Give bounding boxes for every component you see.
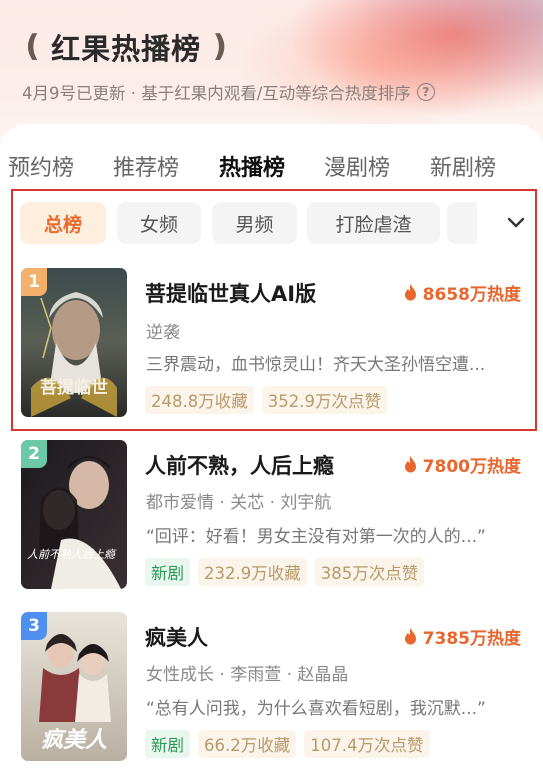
heat-text: 7385万热度 [422,629,521,649]
filter-male[interactable]: 男频 [212,202,297,244]
favorites-badge: 66.2万收藏 [198,730,297,758]
poster-title-text: 菩提临世 [40,377,108,398]
stat-badges: 新剧 66.2万收藏 107.4万次点赞 [145,730,438,758]
update-info: 4月9号已更新 · 基于红果内观看/互动等综合热度排序 ? [22,80,435,104]
update-info-text: 4月9号已更新 · 基于红果内观看/互动等综合热度排序 [22,84,411,103]
rank-badge: 3 [21,612,47,640]
genre-tags: 女性成长 · 李雨萱 · 赵晶晶 [146,665,349,685]
heat-text: 7800万热度 [422,457,521,477]
poster-title-text: 人前不熟人后上瘾 [27,548,117,561]
filter-all[interactable]: 总榜 [20,202,106,244]
header-banner-decoration [243,0,543,140]
filter-revenge[interactable]: 打脸虐渣 [307,202,440,244]
filter-female[interactable]: 女频 [117,202,201,244]
description: “回评：好看！男女主没有对第一次的人的...” [146,527,486,547]
flame-icon [404,284,416,301]
heat-value: 7385万热度 [404,624,521,649]
drama-title[interactable]: 菩提临世真人AI版 [145,278,316,308]
poster-image[interactable]: 菩提临世 1 [21,268,127,417]
likes-badge: 385万次点赞 [314,558,425,586]
poster-image[interactable]: 疯美人 3 [21,612,127,761]
new-drama-badge: 新剧 [145,730,190,758]
page-title: 红果热播榜 [51,32,202,66]
poster-image[interactable]: 人前不熟人后上瘾 2 [21,440,127,589]
tab-new[interactable]: 新剧榜 [430,150,496,182]
drama-title[interactable]: 疯美人 [145,622,208,652]
rank-badge: 1 [21,268,47,296]
favorites-badge: 232.9万收藏 [198,558,307,586]
heat-text: 8658万热度 [422,285,521,305]
help-icon[interactable]: ? [416,83,435,101]
flame-icon [404,456,416,473]
tab-comic-drama[interactable]: 漫剧榜 [324,150,390,182]
genre-tags: 都市爱情 · 关芯 · 刘宇航 [146,493,332,513]
chevron-down-icon[interactable] [505,212,527,234]
description: 三界震动，血书惊灵山！齐天大圣孙悟空遭... [146,355,486,375]
heat-value: 8658万热度 [404,280,521,305]
filter-more-partial[interactable] [447,202,477,244]
heat-value: 7800万热度 [404,452,521,477]
laurel-right-icon: ❫ [207,29,233,64]
tab-recommended[interactable]: 推荐榜 [113,150,179,182]
stat-badges: 新剧 232.9万收藏 385万次点赞 [145,558,432,586]
new-drama-badge: 新剧 [145,558,190,586]
page-header: ❪ 红果热播榜 ❫ [20,26,232,68]
poster-title-text: 疯美人 [41,727,108,753]
tab-hot[interactable]: 热播榜 [219,150,285,182]
description: “总有人问我，为什么喜欢看短剧，我沉默...” [146,699,486,719]
ranking-tabs: 预约榜 推荐榜 热播榜 漫剧榜 新剧榜 [0,150,543,184]
likes-badge: 352.9万次点赞 [261,386,387,414]
filter-chips: 总榜 女频 男频 打脸虐渣 [20,202,532,244]
favorites-badge: 248.8万收藏 [145,386,254,414]
drama-title[interactable]: 人前不熟，人后上瘾 [145,450,334,480]
tab-reservation[interactable]: 预约榜 [8,150,74,182]
genre-tags: 逆袭 [146,323,180,343]
rank-badge: 2 [21,440,47,468]
laurel-left-icon: ❪ [20,29,46,64]
stat-badges: 248.8万收藏 352.9万次点赞 [145,386,395,414]
flame-icon [404,628,416,645]
likes-badge: 107.4万次点赞 [304,730,430,758]
